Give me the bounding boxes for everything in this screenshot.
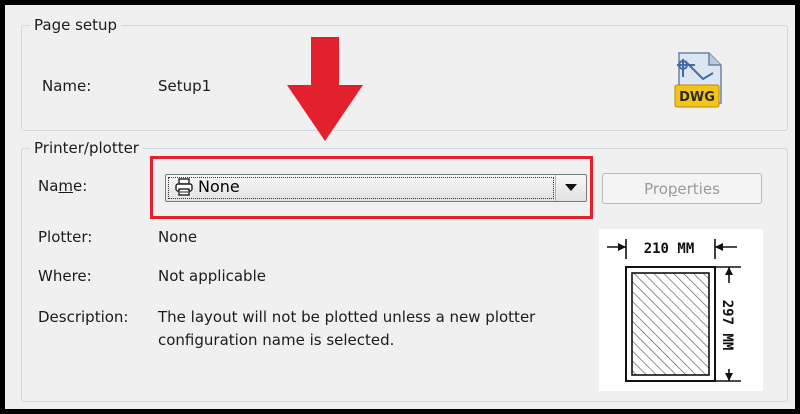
highlight-box [150,156,593,219]
paper-width-label: 210 MM [644,241,695,257]
where-value: Not applicable [158,267,266,285]
printer-plotter-group-title: Printer/plotter [30,138,143,158]
paper-size-preview: 210 MM 297 MM [599,229,763,391]
paper-preview-drawing: 210 MM 297 MM [607,239,741,382]
page-setup-group-title: Page setup [30,15,122,35]
svg-text:DWG: DWG [679,90,715,105]
page-setup-dialog: Page setup Name: Setup1 DWG Printer/plot… [5,5,795,409]
printer-name-label: Name: [38,177,88,195]
page-setup-name-label: Name: [42,77,92,95]
plotter-value: None [158,228,198,246]
red-down-arrow-icon [287,37,363,141]
where-label: Where: [38,267,92,285]
description-line-2: configuration name is selected. [158,331,395,349]
paper-height-label: 297 MM [719,300,735,351]
properties-button[interactable]: Pro p erties [602,173,762,204]
dwg-file-icon: DWG [674,52,722,108]
plotter-label: Plotter: [38,228,93,246]
description-line-1: The layout will not be plotted unless a … [158,308,536,326]
page-setup-name-value: Setup1 [158,77,212,95]
description-label: Description: [38,308,129,326]
